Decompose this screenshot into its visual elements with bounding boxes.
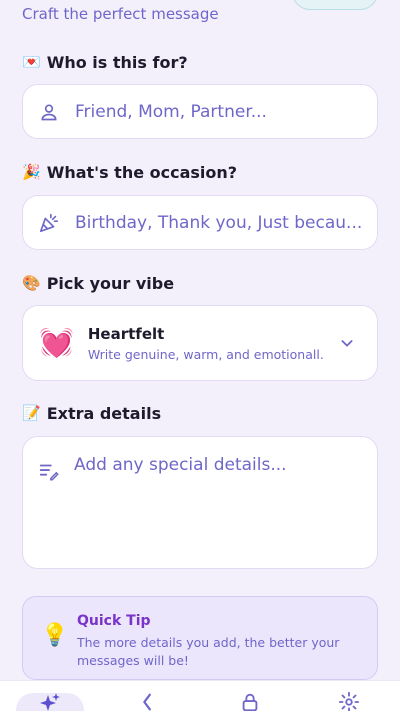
occasion-label: 🎉 What's the occasion? [22,163,237,182]
love-letter-icon: 💌 [22,53,41,71]
party-emoji-icon: 🎉 [22,163,41,181]
lock-icon [239,691,261,711]
palette-icon: 🎨 [22,274,41,292]
sparkles-icon [38,691,62,711]
recipient-input[interactable]: Friend, Mom, Partner... [22,84,378,139]
recipient-placeholder: Friend, Mom, Partner... [75,101,267,122]
notes-edit-icon [37,459,61,483]
back-arrow-icon [137,691,159,711]
tip-title: Quick Tip [77,613,151,629]
bottom-tab-bar [0,680,400,711]
vibe-selected-title: Heartfelt [87,324,165,343]
occasion-label-text: What's the occasion? [46,163,238,182]
top-action-pill[interactable] [292,0,378,10]
recipient-label: 💌 Who is this for? [22,53,188,72]
vibe-select[interactable]: 💓 Heartfelt Write genuine, warm, and emo… [22,305,378,381]
occasion-input[interactable]: Birthday, Thank you, Just becau... [22,195,378,250]
vibe-label-text: Pick your vibe [46,274,175,293]
party-popper-icon [37,211,61,235]
occasion-placeholder: Birthday, Thank you, Just becau... [75,212,363,233]
person-icon [37,100,61,124]
tab-create[interactable] [35,691,65,711]
tab-saved[interactable] [235,691,265,711]
vibe-selected-description: Write genuine, warm, and emotionall... [87,346,325,362]
memo-icon: 📝 [22,404,41,422]
chevron-down-icon[interactable] [335,335,359,351]
tab-settings[interactable] [334,691,364,711]
settings-gear-icon [338,691,360,711]
recipient-label-text: Who is this for? [46,53,188,72]
details-label: 📝 Extra details [22,404,161,423]
lightbulb-icon: 💡 [41,623,69,648]
quick-tip-card: 💡 Quick Tip The more details you add, th… [22,596,378,680]
details-textarea[interactable]: Add any special details... [22,436,378,569]
heartfelt-heart-icon: 💓 [39,326,74,359]
details-label-text: Extra details [46,404,162,423]
vibe-selected-text: Heartfelt Write genuine, warm, and emoti… [88,325,325,362]
tab-history[interactable] [133,691,163,711]
page-subtitle: Craft the perfect message [22,5,219,23]
message-composer-screen: Craft the perfect message 💌 Who is this … [0,0,400,711]
tip-body: The more details you add, the better you… [77,635,340,668]
vibe-label: 🎨 Pick your vibe [22,274,174,293]
details-placeholder: Add any special details... [74,455,287,475]
